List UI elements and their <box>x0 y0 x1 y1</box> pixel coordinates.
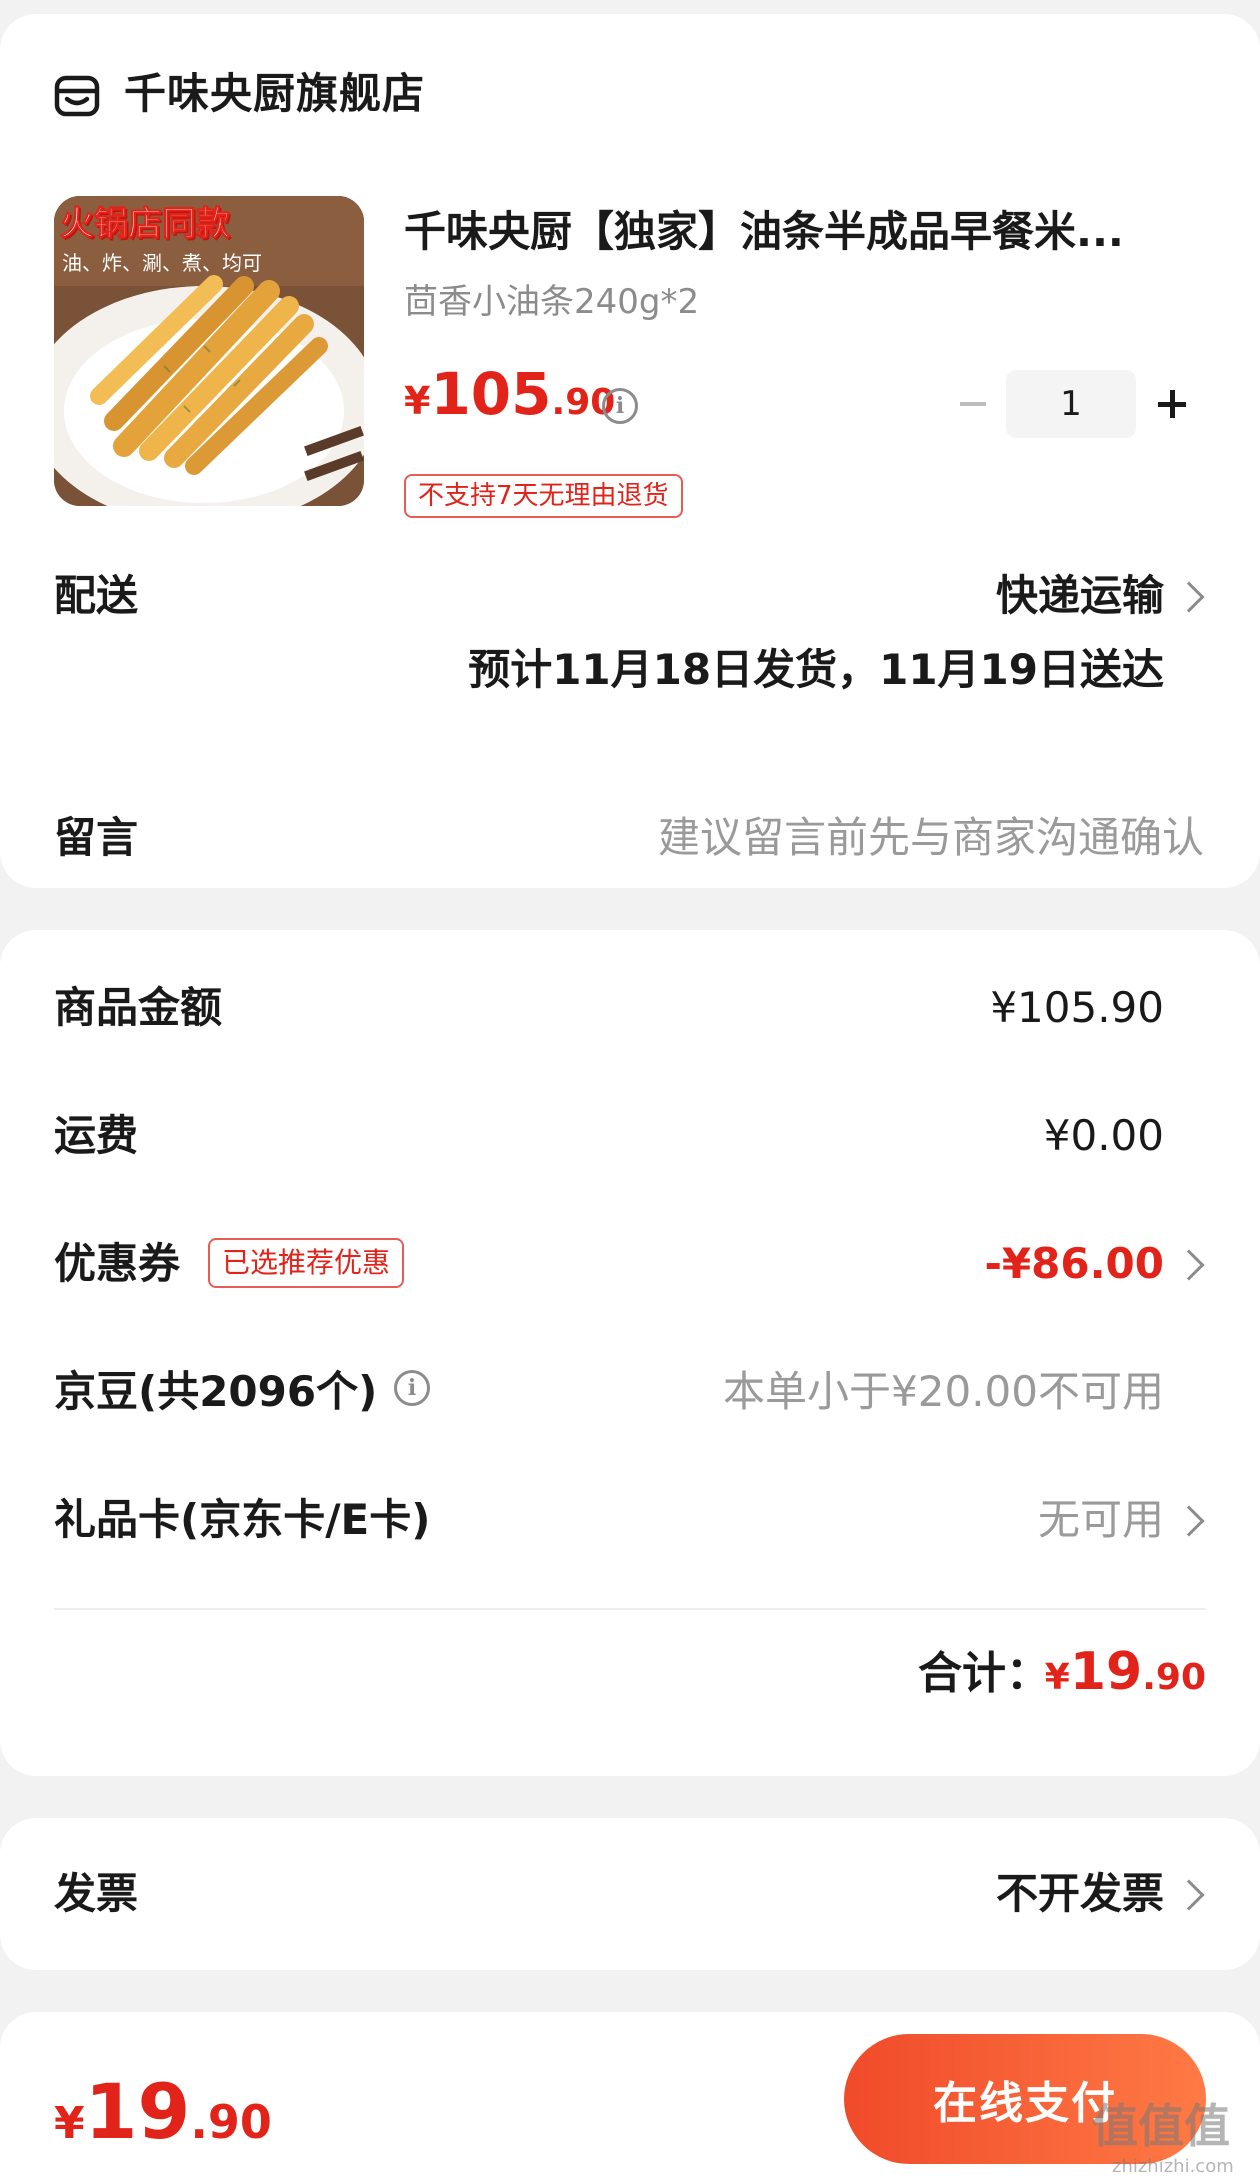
shipping-fee-value: ¥0.00 <box>1043 1111 1164 1160</box>
message-label: 留言 <box>54 813 139 862</box>
delivery-chevron-icon[interactable] <box>1173 581 1205 613</box>
product-price-symbol: ¥ <box>404 379 431 423</box>
bottom-pay-bar: ¥19.90 在线支付 值值值 zhizhizhi.com <box>0 2012 1260 2178</box>
store-order-card: 千味央厨旗舰店 火锅店同款 油、炸、涮、煮、均可 千味央厨【独家】油条半成品早餐… <box>0 14 1260 888</box>
watermark-url: zhizhizhi.com <box>1112 2156 1234 2177</box>
bottom-price-integer: 19 <box>84 2067 191 2156</box>
coupon-value[interactable]: -¥86.00 <box>984 1236 1164 1292</box>
price-info-icon[interactable]: i <box>602 388 638 424</box>
delivery-eta: 预计11月18日发货，11月19日送达 <box>468 645 1164 694</box>
invoice-chevron-icon[interactable] <box>1173 1879 1205 1911</box>
message-input[interactable] <box>504 810 1204 866</box>
coupon-label: 优惠券 <box>54 1239 181 1288</box>
coupon-chevron-icon[interactable] <box>1173 1249 1205 1281</box>
quantity-input[interactable]: 1 <box>1006 370 1136 438</box>
watermark: 值值值 <box>1092 2099 1230 2153</box>
total-price-decimal: .90 <box>1142 1657 1206 1698</box>
delivery-method[interactable]: 快递运输 <box>996 568 1164 624</box>
jd-beans-value: 本单小于¥20.00不可用 <box>723 1367 1164 1416</box>
coupon-badge: 已选推荐优惠 <box>208 1238 405 1288</box>
invoice-card[interactable]: 发票 不开发票 <box>0 1818 1260 1970</box>
quantity-increase-button[interactable] <box>1154 386 1190 422</box>
product-image-caption: 油、炸、涮、煮、均可 <box>62 251 262 275</box>
total-price-symbol: ¥ <box>1044 1657 1070 1698</box>
no-return-badge: 不支持7天无理由退货 <box>404 474 683 518</box>
divider <box>54 1608 1206 1610</box>
invoice-value[interactable]: 不开发票 <box>996 1866 1164 1922</box>
total-price-integer: 19 <box>1069 1642 1143 1702</box>
store-icon <box>54 75 100 117</box>
product-price: ¥105.90 <box>404 354 615 449</box>
bottom-price-decimal: .90 <box>190 2095 272 2149</box>
product-spec: 茴香小油条240g*2 <box>404 282 700 322</box>
product-image-banner: 火锅店同款 <box>60 204 231 245</box>
shipping-fee-label: 运费 <box>54 1111 139 1160</box>
gift-card-label: 礼品卡(京东卡/E卡) <box>54 1495 431 1544</box>
jd-beans-info-icon[interactable]: i <box>394 1370 430 1406</box>
invoice-label: 发票 <box>54 1869 139 1918</box>
delivery-label: 配送 <box>54 571 139 620</box>
goods-amount-value: ¥105.90 <box>990 983 1164 1032</box>
product-title[interactable]: 千味央厨【独家】油条半成品早餐米... <box>404 204 1204 260</box>
total-label: 合计： <box>918 1648 1050 1699</box>
bottom-price-symbol: ¥ <box>54 2098 85 2149</box>
product-image[interactable]: 火锅店同款 油、炸、涮、煮、均可 <box>54 196 364 506</box>
total-price: ¥19.90 <box>1045 1632 1206 1724</box>
product-price-integer: 105 <box>430 360 552 428</box>
store-name[interactable]: 千味央厨旗舰店 <box>124 66 425 122</box>
jd-beans-label: 京豆(共2096个) <box>54 1367 378 1416</box>
gift-card-value[interactable]: 无可用 <box>1038 1492 1164 1548</box>
bottom-total-price: ¥19.90 <box>54 2062 272 2178</box>
gift-card-chevron-icon[interactable] <box>1173 1505 1205 1537</box>
quantity-decrease-button[interactable] <box>954 386 990 422</box>
amounts-card: 商品金额 ¥105.90 运费 ¥0.00 优惠券 已选推荐优惠 -¥86.00… <box>0 930 1260 1776</box>
goods-amount-label: 商品金额 <box>54 983 223 1032</box>
